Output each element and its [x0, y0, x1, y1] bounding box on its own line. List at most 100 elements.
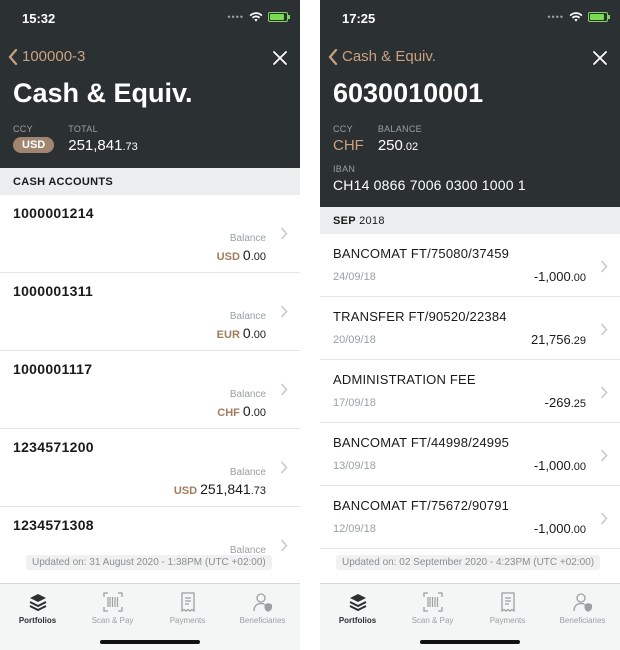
tab-label: Scan & Pay — [411, 616, 454, 625]
transaction-amount: -1,000.00 — [534, 269, 586, 284]
chevron-right-icon — [600, 260, 608, 273]
transaction-amount: 21,756.29 — [531, 332, 586, 347]
signal-icon: •••• — [547, 12, 564, 22]
amount-cents: .00 — [250, 407, 266, 419]
close-icon[interactable] — [272, 50, 288, 66]
tab-beneficiaries[interactable]: Beneficiaries — [545, 584, 620, 650]
transaction-amount: -1,000.00 — [534, 458, 586, 473]
amount-main: -269 — [544, 395, 571, 410]
tab-label: Scan & Pay — [91, 616, 134, 625]
transaction-row[interactable]: TRANSFER FT/90520/22384 20/09/18 21,756.… — [320, 297, 620, 360]
header: 15:32 •••• 100000-3 Cash & Equiv. CCY US… — [0, 0, 300, 168]
balance-label: Balance — [229, 311, 266, 322]
account-row[interactable]: 1000001311 Balance EUR 0.00 — [0, 273, 300, 351]
amount-cents: .00 — [570, 524, 586, 536]
section-cash-accounts: CASH ACCOUNTS — [0, 168, 300, 195]
user-shield-icon — [572, 593, 592, 612]
transaction-row[interactable]: BANCOMAT FT/75672/90791 12/09/18 -1,000.… — [320, 486, 620, 549]
updated-timestamp: Updated on: 31 August 2020 - 1:38PM (UTC… — [26, 555, 272, 570]
account-row[interactable]: 1234571308 Balance — [0, 507, 300, 585]
amount-cents: .73 — [250, 485, 266, 497]
page-title: 6030010001 — [333, 78, 484, 108]
amount-main: 251,841 — [200, 481, 251, 497]
transaction-row[interactable]: ADMINISTRATION FEE 17/09/18 -269.25 — [320, 360, 620, 423]
chevron-right-icon — [600, 323, 608, 336]
account-balance: USD 251,841.73 — [174, 481, 266, 497]
receipt-icon — [500, 592, 515, 613]
balance-label: Balance — [229, 467, 266, 478]
back-button[interactable]: Cash & Equiv. — [328, 48, 436, 65]
tab-portfolios[interactable]: Portfolios — [320, 584, 395, 650]
ccy-label: CCY — [13, 124, 33, 134]
tab-label: Portfolios — [338, 616, 377, 625]
tab-label: Portfolios — [18, 616, 57, 625]
account-row[interactable]: 1000001214 Balance USD 0.00 — [0, 195, 300, 273]
home-indicator — [100, 640, 200, 644]
balance-main: 250 — [377, 137, 403, 154]
screen-cash-equiv: 15:32 •••• 100000-3 Cash & Equiv. CCY US… — [0, 0, 300, 650]
updated-timestamp: Updated on: 02 September 2020 - 4:23PM (… — [336, 555, 601, 570]
account-row[interactable]: 1234571200 Balance USD 251,841.73 — [0, 429, 300, 507]
tab-bar: Portfolios Scan & Pay Payments Beneficia… — [0, 583, 300, 650]
wifi-icon — [569, 12, 583, 22]
barcode-scan-icon — [102, 592, 123, 612]
transaction-amount: -1,000.00 — [534, 521, 586, 536]
status-time: 17:25 — [342, 11, 376, 26]
back-label: 100000-3 — [22, 48, 86, 65]
signal-icon: •••• — [227, 12, 244, 22]
amount-cents: .00 — [250, 251, 266, 263]
balance-value: 250.02 — [378, 137, 422, 154]
iban-label: IBAN — [333, 164, 356, 174]
layers-icon — [349, 594, 366, 612]
account-ccy: USD — [173, 485, 198, 497]
battery-icon — [268, 12, 290, 22]
account-number: 1234571200 — [13, 439, 94, 455]
amount-main: -1,000 — [533, 458, 571, 473]
accounts-list: 1000001214 Balance USD 0.00 1000001311 Ba… — [0, 195, 300, 585]
tab-label: Payments — [169, 616, 206, 625]
balance-label: Balance — [229, 389, 266, 400]
amount-cents: .00 — [570, 461, 586, 473]
amount-main: 0 — [242, 403, 251, 419]
chevron-right-icon — [280, 227, 288, 240]
ccy-badge: USD — [13, 137, 55, 153]
total-value: 251,841.73 — [68, 137, 138, 154]
header: 17:25 •••• Cash & Equiv. 6030010001 CCY … — [320, 0, 620, 207]
transaction-amount: -269.25 — [545, 395, 586, 410]
transaction-description: TRANSFER FT/90520/22384 — [333, 309, 507, 324]
balance-cents: .02 — [402, 141, 419, 153]
page-title: Cash & Equiv. — [13, 78, 193, 108]
close-icon[interactable] — [592, 50, 608, 66]
chevron-right-icon — [600, 449, 608, 462]
transaction-date: 13/09/18 — [333, 460, 376, 472]
account-row[interactable]: 1000001117 Balance CHF 0.00 — [0, 351, 300, 429]
summary: CCY CHF BALANCE 250.02 — [333, 124, 422, 154]
total-main: 251,841 — [68, 137, 123, 154]
tab-portfolios[interactable]: Portfolios — [0, 584, 75, 650]
tab-beneficiaries[interactable]: Beneficiaries — [225, 584, 300, 650]
transaction-date: 12/09/18 — [333, 523, 376, 535]
user-shield-icon — [252, 593, 272, 612]
balance-label: Balance — [229, 233, 266, 244]
account-ccy: USD — [216, 251, 240, 263]
transaction-description: BANCOMAT FT/75672/90791 — [333, 498, 510, 513]
nav-bar: Cash & Equiv. — [320, 36, 620, 80]
total-label: TOTAL — [68, 124, 98, 134]
chevron-right-icon — [280, 539, 288, 552]
chevron-right-icon — [280, 461, 288, 474]
transaction-row[interactable]: BANCOMAT FT/75080/37459 24/09/18 -1,000.… — [320, 234, 620, 297]
screen-account-detail: 17:25 •••• Cash & Equiv. 6030010001 CCY … — [320, 0, 620, 650]
status-icons: •••• — [227, 12, 290, 22]
back-button[interactable]: 100000-3 — [8, 48, 85, 65]
receipt-icon — [180, 592, 195, 613]
tab-label: Beneficiaries — [559, 616, 606, 625]
ccy-block: CCY CHF — [333, 124, 364, 154]
amount-cents: .25 — [570, 398, 586, 410]
account-number: 1000001214 — [13, 205, 94, 221]
transaction-row[interactable]: BANCOMAT FT/44998/24995 13/09/18 -1,000.… — [320, 423, 620, 486]
total-block: TOTAL 251,841.73 — [68, 124, 138, 154]
account-balance: USD 0.00 — [217, 247, 266, 263]
transactions-list: BANCOMAT FT/75080/37459 24/09/18 -1,000.… — [320, 234, 620, 549]
account-ccy: CHF — [217, 407, 240, 419]
chevron-left-icon — [8, 48, 18, 65]
